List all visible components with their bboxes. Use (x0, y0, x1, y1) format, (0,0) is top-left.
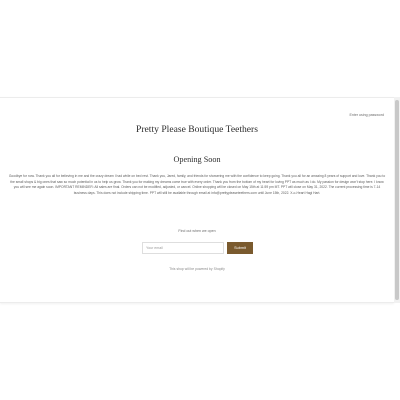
submit-button[interactable]: Submit (227, 242, 253, 254)
store-message: Goodbye for now. Thank you all for belie… (8, 174, 386, 195)
email-input[interactable] (142, 242, 224, 254)
powered-by-shopify: This shop will be powered by Shopify (169, 267, 225, 271)
store-name: Pretty Please Boutique Teethers (136, 124, 258, 135)
opening-soon-heading: Opening Soon (173, 155, 221, 164)
scrollbar-thumb[interactable] (395, 100, 399, 300)
enter-password-link[interactable]: Enter using password (349, 113, 384, 117)
signup-prompt: Find out when we open (178, 229, 216, 233)
